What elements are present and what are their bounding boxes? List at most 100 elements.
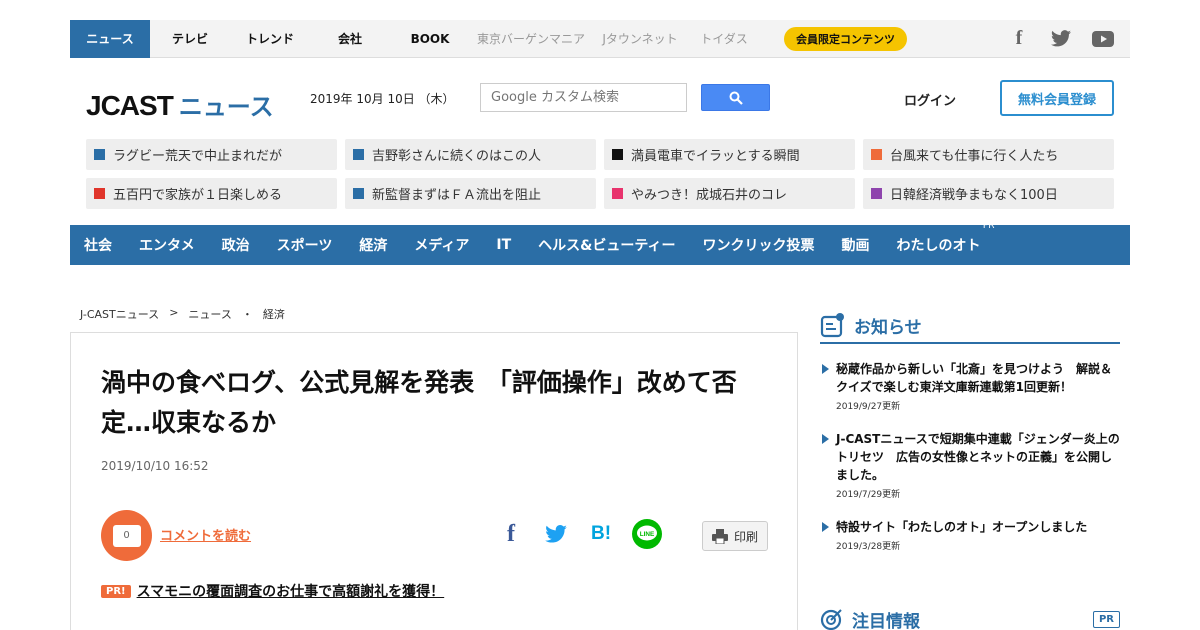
current-date: 2019年 10月 10日 （木）: [310, 92, 455, 106]
logo-jcast: JCAST: [86, 90, 174, 121]
members-only-badge[interactable]: 会員限定コンテンツ: [784, 26, 907, 51]
topnav-toidasu[interactable]: トイダス: [688, 20, 760, 58]
trending-label: ラグビー荒天で中止まれだが: [113, 149, 283, 164]
search-icon: [729, 91, 743, 105]
cat-media[interactable]: メディア: [414, 235, 469, 255]
twitter-icon[interactable]: [1050, 28, 1072, 50]
trending-label: 日韓経済戦争まもなく100日: [890, 188, 1058, 203]
cat-sports[interactable]: スポーツ: [277, 235, 333, 255]
breadcrumb-home[interactable]: J-CASTニュース: [80, 306, 159, 322]
pr-label: PR: [982, 221, 995, 231]
trending-label: 吉野彰さんに続くのはこの人: [372, 149, 542, 164]
notice-heading-label: お知らせ: [854, 317, 922, 338]
share-line-icon[interactable]: LINE: [632, 519, 662, 549]
category-nav: 社会 エンタメ 政治 スポーツ 経済 メディア IT ヘルス&ビューティー ワン…: [70, 221, 1130, 265]
notice-date: 2019/7/29更新: [836, 490, 901, 500]
notice-icon: [820, 313, 844, 338]
facebook-icon[interactable]: f: [1008, 27, 1030, 50]
top-nav-bar: ニュース テレビ トレンド 会社 BOOK 東京バーゲンマニア Jタウンネット …: [70, 19, 1130, 58]
print-button[interactable]: 印刷: [702, 521, 768, 551]
jcast-news-logo[interactable]: JCAST ニュース: [86, 78, 274, 122]
topnav-book[interactable]: BOOK: [390, 20, 470, 58]
color-square-icon: [871, 149, 882, 160]
notice-text: 特設サイト「わたしのオト」オープンしました: [822, 518, 1120, 536]
notice-item[interactable]: J-CASTニュースで短期集中連載「ジェンダー炎上のトリセツ 広告の女性像とネッ…: [822, 430, 1120, 500]
comment-count-icon[interactable]: 0: [101, 510, 152, 561]
cat-politics[interactable]: 政治: [222, 235, 250, 255]
topnav-trend[interactable]: トレンド: [230, 20, 310, 58]
attention-heading-label: 注目情報: [852, 611, 920, 630]
color-square-icon: [612, 149, 623, 160]
cat-economy[interactable]: 経済: [359, 235, 387, 255]
attention-pr-badge: PR: [1092, 610, 1120, 628]
topnav-tokyo-bargain[interactable]: 東京バーゲンマニア: [470, 20, 592, 58]
printer-icon: [711, 528, 728, 544]
topnav-news[interactable]: ニュース: [70, 19, 150, 58]
color-square-icon: [871, 188, 882, 199]
trending-item[interactable]: 新監督まずはＦＡ流出を阻止: [345, 178, 596, 209]
color-square-icon: [353, 149, 364, 160]
notice-text: J-CASTニュースで短期集中連載「ジェンダー炎上のトリセツ 広告の女性像とネッ…: [822, 430, 1120, 484]
notice-item[interactable]: 特設サイト「わたしのオト」オープンしました 2019/3/28更新: [822, 518, 1120, 552]
line-label: LINE: [640, 531, 655, 538]
pr-ad-line: PR! スマモニの覆面調査のお仕事で高額謝礼を獲得！: [101, 581, 444, 601]
read-comments-link[interactable]: コメントを読む: [160, 525, 251, 544]
logo-news: ニュース: [178, 93, 274, 121]
breadcrumb-news[interactable]: ニュース: [188, 306, 231, 322]
breadcrumb-economy[interactable]: 経済: [263, 306, 285, 322]
share-twitter-icon[interactable]: [541, 519, 571, 549]
color-square-icon: [612, 188, 623, 199]
pr-ad-link[interactable]: スマモニの覆面調査のお仕事で高額謝礼を獲得！: [137, 581, 445, 601]
social-links: f: [1008, 27, 1130, 50]
cat-label: わたしのオト: [896, 238, 981, 254]
color-square-icon: [94, 188, 105, 199]
trending-item[interactable]: 五百円で家族が１日楽しめる: [86, 178, 337, 209]
trending-label: 台風来ても仕事に行く人たち: [890, 149, 1059, 164]
trending-label: 満員電車でイラッとする瞬間: [631, 149, 800, 164]
trending-label: やみつき！成城石井のコレ: [631, 188, 788, 203]
breadcrumb: J-CASTニュース > ニュース ・ 経済: [80, 306, 285, 322]
topnav-jtown[interactable]: Jタウンネット: [592, 20, 688, 58]
breadcrumb-separator: ・: [241, 308, 253, 321]
cat-watashino-oto[interactable]: わたしのオト PR: [896, 221, 995, 255]
notice-date: 2019/3/28更新: [836, 542, 901, 552]
color-square-icon: [94, 149, 105, 160]
cat-society[interactable]: 社会: [84, 235, 112, 255]
article-card: 渦中の食べログ、公式見解を発表 「評価操作」改めて否定…収束なるか 2019/1…: [70, 332, 798, 630]
cat-health-beauty[interactable]: ヘルス&ビューティー: [538, 235, 675, 255]
topnav-tv[interactable]: テレビ: [150, 20, 230, 58]
cat-one-click-vote[interactable]: ワンクリック投票: [703, 235, 815, 255]
search-button[interactable]: [701, 84, 770, 111]
login-link[interactable]: ログイン: [904, 90, 956, 109]
attention-heading: 注目情報 PR: [820, 604, 1120, 630]
notice-heading: お知らせ: [820, 308, 1120, 344]
trending-item[interactable]: 吉野彰さんに続くのはこの人: [345, 139, 596, 170]
comment-count: 0: [112, 524, 141, 547]
trending-item[interactable]: ラグビー荒天で中止まれだが: [86, 139, 337, 170]
register-button[interactable]: 無料会員登録: [1000, 80, 1114, 116]
notice-item[interactable]: 秘蔵作品から新しい「北斎」を見つけよう 解説＆クイズで楽しむ東洋文庫新連載第1回…: [822, 360, 1120, 412]
trending-item[interactable]: やみつき！成城石井のコレ: [604, 178, 855, 209]
color-square-icon: [353, 188, 364, 199]
breadcrumb-separator: >: [169, 306, 179, 319]
notice-text: 秘蔵作品から新しい「北斎」を見つけよう 解説＆クイズで楽しむ東洋文庫新連載第1回…: [822, 360, 1120, 396]
cat-entertainment[interactable]: エンタメ: [139, 235, 195, 255]
notice-date: 2019/9/27更新: [836, 402, 901, 412]
trending-item[interactable]: 日韓経済戦争まもなく100日: [863, 178, 1114, 209]
trending-item[interactable]: 台風来ても仕事に行く人たち: [863, 139, 1114, 170]
cat-it[interactable]: IT: [496, 237, 511, 253]
print-label: 印刷: [733, 529, 758, 544]
trending-topics: ラグビー荒天で中止まれだが 吉野彰さんに続くのはこの人 満員電車でイラッとする瞬…: [86, 139, 1114, 209]
topnav-company[interactable]: 会社: [310, 20, 390, 58]
cat-video[interactable]: 動画: [842, 235, 870, 255]
trending-label: 五百円で家族が１日楽しめる: [113, 188, 283, 203]
share-facebook-icon[interactable]: f: [496, 519, 526, 549]
pr-badge: PR!: [101, 584, 131, 598]
youtube-icon[interactable]: [1092, 28, 1114, 50]
share-hatena-icon[interactable]: B!: [586, 519, 616, 549]
article-date: 2019/10/10 16:52: [101, 459, 209, 473]
trending-item[interactable]: 満員電車でイラッとする瞬間: [604, 139, 855, 170]
article-title: 渦中の食べログ、公式見解を発表 「評価操作」改めて否定…収束なるか: [101, 368, 737, 437]
search-input[interactable]: [480, 83, 687, 112]
trending-label: 新監督まずはＦＡ流出を阻止: [372, 188, 542, 203]
